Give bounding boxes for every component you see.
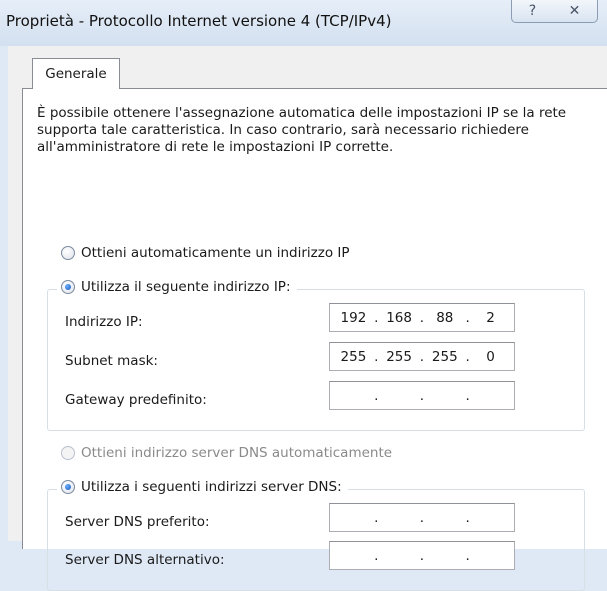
radio-auto-ip-label: Ottieni automaticamente un indirizzo IP (81, 245, 350, 261)
description-text: È possibile ottenere l'assegnazione auto… (37, 105, 567, 155)
tab-generale-label: Generale (45, 66, 107, 82)
ip-dot: . (419, 547, 425, 564)
radio-manual-ip-indicator[interactable] (61, 280, 75, 294)
ip-dot: . (465, 387, 470, 404)
ip-dot: . (374, 387, 379, 404)
ip-dot: . (465, 309, 470, 326)
ip-octet: 0 (486, 348, 495, 365)
radio-manual-ip[interactable]: Utilizza il seguente indirizzo IP: (57, 279, 297, 295)
ip-dot: . (374, 309, 379, 326)
ip-octet: 255 (340, 348, 367, 365)
radio-manual-dns[interactable]: Utilizza i seguenti indirizzi server DNS… (57, 479, 348, 495)
ip-dot: . (419, 387, 425, 404)
title-bar[interactable]: Proprietà - Protocollo Internet versione… (0, 0, 607, 46)
radio-auto-dns-label: Ottieni indirizzo server DNS automaticam… (81, 445, 393, 461)
close-icon: ✕ (568, 3, 581, 19)
ip-dot: . (374, 509, 379, 526)
ip-dot: . (465, 547, 470, 564)
subnet-mask-label: Subnet mask: (65, 353, 158, 369)
tab-panel-generale: È possibile ottenere l'assegnazione auto… (22, 88, 607, 591)
ip-dot: . (465, 509, 470, 526)
window-title: Proprietà - Protocollo Internet versione… (6, 12, 392, 30)
ip-dot: . (374, 348, 379, 365)
subnet-mask-field[interactable]: 255. 255. 255. 0 (329, 342, 515, 371)
ip-octet: 88 (436, 309, 454, 326)
radio-auto-ip-indicator[interactable] (61, 246, 75, 260)
ip-dot: . (374, 547, 379, 564)
ip-octet: 2 (486, 309, 495, 326)
radio-auto-ip[interactable]: Ottieni automaticamente un indirizzo IP (61, 245, 356, 261)
ip-dot: . (419, 509, 425, 526)
alternate-dns-field[interactable]: . . . (329, 541, 515, 570)
ip-octet: 255 (386, 348, 412, 365)
radio-manual-dns-indicator[interactable] (61, 480, 75, 494)
ip-octet: 168 (386, 309, 412, 326)
radio-auto-dns[interactable]: Ottieni indirizzo server DNS automaticam… (61, 445, 399, 461)
radio-manual-dns-label: Utilizza i seguenti indirizzi server DNS… (81, 479, 342, 495)
ip-dot: . (465, 348, 470, 365)
close-button[interactable]: ✕ (552, 0, 598, 23)
gateway-field[interactable]: . . . (329, 381, 515, 410)
help-icon: ? (528, 3, 537, 19)
gateway-label: Gateway predefinito: (65, 392, 207, 408)
ip-octet: 192 (340, 309, 367, 326)
tab-generale[interactable]: Generale (32, 58, 120, 89)
alternate-dns-label: Server DNS alternativo: (65, 552, 225, 568)
radio-auto-dns-indicator[interactable] (61, 446, 75, 460)
preferred-dns-field[interactable]: . . . (329, 503, 515, 532)
radio-manual-ip-label: Utilizza il seguente indirizzo IP: (81, 279, 291, 295)
ip-dot: . (419, 309, 425, 326)
ip-dot: . (419, 348, 425, 365)
ip-address-field[interactable]: 192. 168. 88. 2 (329, 303, 515, 332)
preferred-dns-label: Server DNS preferito: (65, 514, 210, 530)
ip-address-label: Indirizzo IP: (65, 314, 143, 330)
dialog-body: Generale È possibile ottenere l'assegnaz… (8, 46, 607, 591)
ip-octet: 255 (431, 348, 458, 365)
help-button[interactable]: ? (511, 0, 554, 23)
